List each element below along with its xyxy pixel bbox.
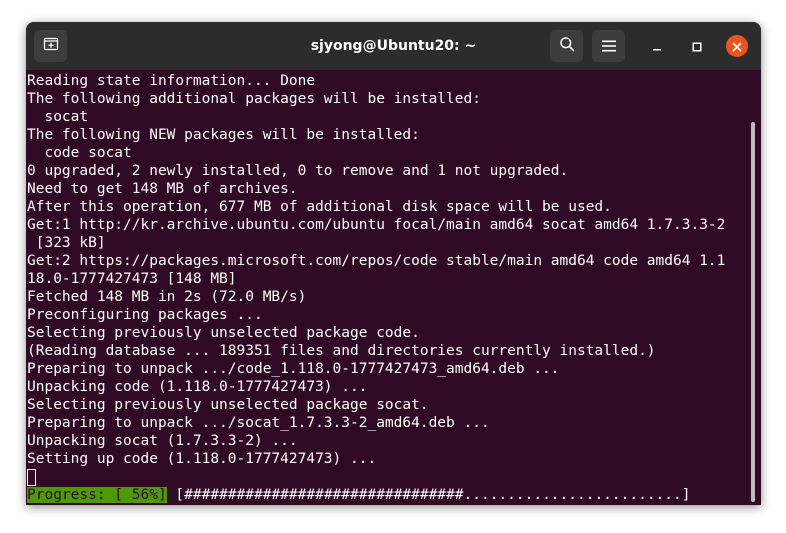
- terminal-line: Unpacking code (1.118.0-1777427473) ...: [27, 379, 368, 395]
- terminal-line: Preparing to unpack .../code_1.118.0-177…: [27, 361, 560, 377]
- terminal-output[interactable]: Reading state information... Done The fo…: [26, 70, 761, 505]
- progress-label: Progress: [ 56%]: [27, 487, 167, 503]
- search-icon: [559, 36, 575, 56]
- title-bar[interactable]: sjyong@Ubuntu20: ~: [26, 22, 761, 70]
- terminal-line: Selecting previously unselected package …: [27, 325, 420, 341]
- terminal-line: 0 upgraded, 2 newly installed, 0 to remo…: [27, 163, 569, 179]
- terminal-line: Selecting previously unselected package …: [27, 397, 429, 413]
- maximize-button[interactable]: [686, 35, 708, 57]
- terminal-line: Get:2 https://packages.microsoft.com/rep…: [27, 253, 726, 269]
- terminal-line: Unpacking socat (1.7.3.3-2) ...: [27, 433, 298, 449]
- terminal-line: Preparing to unpack .../socat_1.7.3.3-2_…: [27, 415, 490, 431]
- maximize-icon: [692, 37, 702, 56]
- terminal-line: 18.0-1777427473 [148 MB]: [27, 271, 237, 287]
- terminal-lines: Reading state information... Done The fo…: [27, 72, 752, 504]
- terminal-line: The following NEW packages will be insta…: [27, 127, 420, 143]
- minimize-button[interactable]: [646, 35, 668, 57]
- progress-bar-text: [################################.......…: [166, 487, 691, 503]
- terminal-line: The following additional packages will b…: [27, 91, 481, 107]
- menu-button[interactable]: [592, 30, 625, 62]
- terminal-line: code socat: [27, 145, 132, 161]
- cursor-line: [27, 468, 752, 486]
- terminal-line: Need to get 148 MB of archives.: [27, 181, 298, 197]
- search-button[interactable]: [550, 30, 583, 62]
- terminal-line: (Reading database ... 189351 files and d…: [27, 343, 656, 359]
- close-button[interactable]: [726, 35, 748, 57]
- terminal-line: Get:1 http://kr.archive.ubuntu.com/ubunt…: [27, 217, 726, 233]
- terminal-line: Preconfiguring packages ...: [27, 307, 263, 323]
- progress-line: Progress: [ 56%] [######################…: [27, 486, 752, 504]
- terminal-window: sjyong@Ubuntu20: ~ Reading state informa…: [26, 22, 761, 505]
- scrollbar[interactable]: [751, 122, 755, 502]
- terminal-line: Fetched 148 MB in 2s (72.0 MB/s): [27, 289, 307, 305]
- close-icon: [732, 37, 742, 56]
- terminal-line: After this operation, 677 MB of addition…: [27, 199, 612, 215]
- terminal-cursor: [27, 469, 36, 486]
- terminal-line: Reading state information... Done: [27, 73, 316, 89]
- minimize-icon: [652, 37, 662, 56]
- terminal-line: Setting up code (1.118.0-1777427473) ...: [27, 451, 377, 467]
- terminal-line: socat: [27, 109, 89, 125]
- terminal-line: [323 kB]: [27, 235, 106, 251]
- hamburger-menu-icon: [601, 37, 616, 56]
